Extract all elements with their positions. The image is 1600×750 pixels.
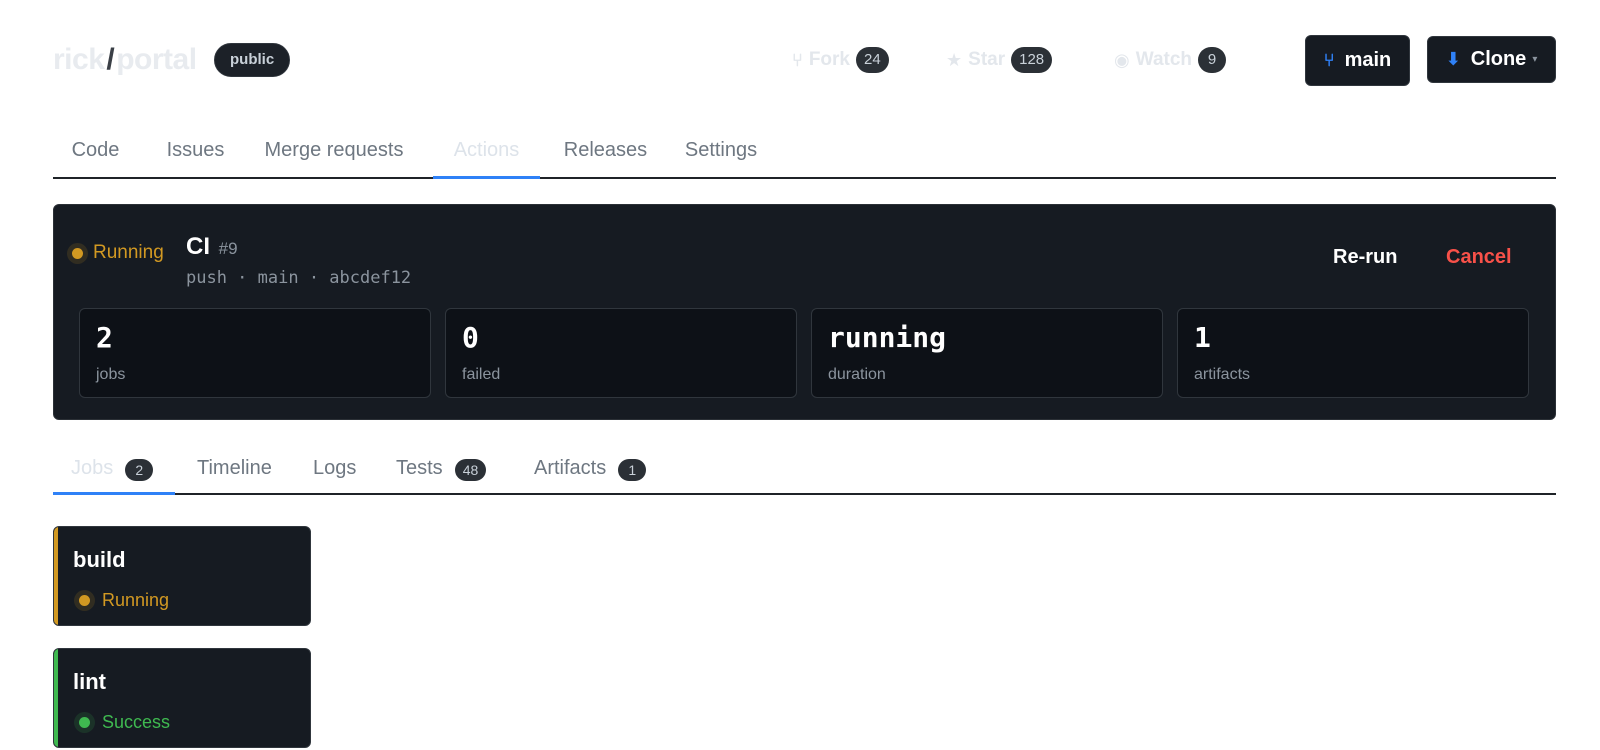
run-tabs: Jobs 2 Timeline Logs Tests 48 Artifacts … bbox=[53, 447, 1556, 495]
repo-title: rick/portal bbox=[53, 43, 197, 77]
star-button[interactable]: ★ Star 128 bbox=[946, 47, 1053, 73]
branch-button[interactable]: ⑂ main bbox=[1305, 35, 1410, 86]
watch-count: 9 bbox=[1198, 47, 1227, 73]
stat-label: artifacts bbox=[1194, 366, 1251, 383]
tab-releases[interactable]: Releases bbox=[556, 130, 655, 179]
fork-icon: ⑂ bbox=[792, 49, 803, 70]
job-status-label: Success bbox=[102, 712, 171, 732]
tab-artifacts[interactable]: Artifacts 1 bbox=[534, 447, 647, 495]
visibility-badge: public bbox=[214, 43, 291, 77]
workflow-name: CI bbox=[186, 233, 210, 260]
stat-failed: 0 failed bbox=[445, 308, 797, 398]
job-name: build bbox=[73, 547, 126, 572]
tab-timeline-label: Timeline bbox=[197, 457, 272, 479]
job-status-label: Running bbox=[102, 590, 170, 610]
tab-artifacts-label: Artifacts bbox=[534, 457, 607, 479]
tab-timeline[interactable]: Timeline bbox=[197, 447, 272, 495]
fork-count: 24 bbox=[856, 47, 889, 73]
download-icon: ⬇ bbox=[1445, 49, 1461, 69]
run-summary-card: Running CI #9 push · main · abcdef12 Re-… bbox=[53, 204, 1556, 420]
eye-icon: ◉ bbox=[1114, 49, 1130, 70]
tab-jobs[interactable]: Jobs 2 bbox=[53, 447, 175, 495]
run-status-badge: Running bbox=[72, 242, 164, 264]
run-meta: push · main · abcdef12 bbox=[186, 268, 412, 288]
tab-jobs-count: 2 bbox=[125, 459, 154, 481]
stat-label: failed bbox=[462, 366, 501, 383]
stat-label: duration bbox=[828, 366, 886, 383]
fork-label: Fork bbox=[808, 49, 850, 70]
branch-icon: ⑂ bbox=[1323, 50, 1335, 70]
chevron-down-icon: ▾ bbox=[1532, 54, 1538, 65]
tab-artifacts-count: 1 bbox=[618, 459, 647, 481]
tab-merge-requests[interactable]: Merge requests bbox=[253, 130, 415, 179]
stat-duration: running duration bbox=[811, 308, 1163, 398]
run-status-label: Running bbox=[93, 242, 164, 263]
job-status: Running bbox=[79, 590, 169, 611]
repo-header: rick/portal public ⑂ Fork 24 ★ Star 128 … bbox=[53, 34, 1556, 86]
tab-tests-count: 48 bbox=[454, 459, 487, 481]
repo-name-link[interactable]: portal bbox=[116, 43, 197, 76]
stat-label: jobs bbox=[96, 366, 126, 383]
fork-button[interactable]: ⑂ Fork 24 bbox=[792, 47, 889, 73]
tab-logs[interactable]: Logs bbox=[313, 447, 356, 495]
tab-logs-label: Logs bbox=[313, 457, 357, 479]
tab-tests-label: Tests bbox=[396, 457, 443, 479]
rerun-button[interactable]: Re-run bbox=[1333, 246, 1397, 269]
star-count: 128 bbox=[1011, 47, 1053, 73]
stat-value: 2 bbox=[96, 321, 113, 354]
repo-owner-link[interactable]: rick bbox=[53, 43, 105, 76]
branch-label: main bbox=[1344, 49, 1392, 71]
stat-value: running bbox=[828, 321, 947, 354]
repo-title-separator: / bbox=[106, 43, 115, 76]
run-title: CI #9 bbox=[186, 233, 238, 261]
running-status-dot bbox=[79, 595, 90, 606]
star-label: Star bbox=[968, 49, 1006, 70]
stat-value: 0 bbox=[462, 321, 479, 354]
success-status-dot bbox=[79, 717, 90, 728]
job-card-lint[interactable]: lint Success bbox=[53, 648, 311, 748]
tab-settings[interactable]: Settings bbox=[671, 130, 771, 179]
tab-issues[interactable]: Issues bbox=[154, 130, 237, 179]
watch-button[interactable]: ◉ Watch 9 bbox=[1114, 47, 1227, 73]
running-status-dot bbox=[72, 247, 83, 259]
job-status-bar bbox=[54, 649, 58, 747]
job-card-build[interactable]: build Running bbox=[53, 526, 311, 626]
watch-label: Watch bbox=[1135, 49, 1193, 70]
tab-tests[interactable]: Tests 48 bbox=[396, 447, 487, 495]
tab-jobs-label: Jobs bbox=[71, 457, 114, 479]
job-status-bar bbox=[54, 527, 58, 625]
run-number: #9 bbox=[218, 239, 238, 258]
clone-button[interactable]: ⬇ Clone ▾ bbox=[1427, 36, 1556, 83]
tab-actions[interactable]: Actions bbox=[433, 130, 540, 179]
stat-value: 1 bbox=[1194, 321, 1211, 354]
job-status: Success bbox=[79, 712, 170, 733]
stat-jobs: 2 jobs bbox=[79, 308, 431, 398]
repo-tabs: Code Issues Merge requests Actions Relea… bbox=[53, 130, 1556, 179]
cancel-button[interactable]: Cancel bbox=[1446, 246, 1512, 269]
tab-code[interactable]: Code bbox=[53, 130, 138, 179]
job-name: lint bbox=[73, 669, 106, 694]
star-icon: ★ bbox=[946, 49, 963, 70]
clone-label: Clone bbox=[1470, 48, 1527, 70]
stat-artifacts: 1 artifacts bbox=[1177, 308, 1529, 398]
